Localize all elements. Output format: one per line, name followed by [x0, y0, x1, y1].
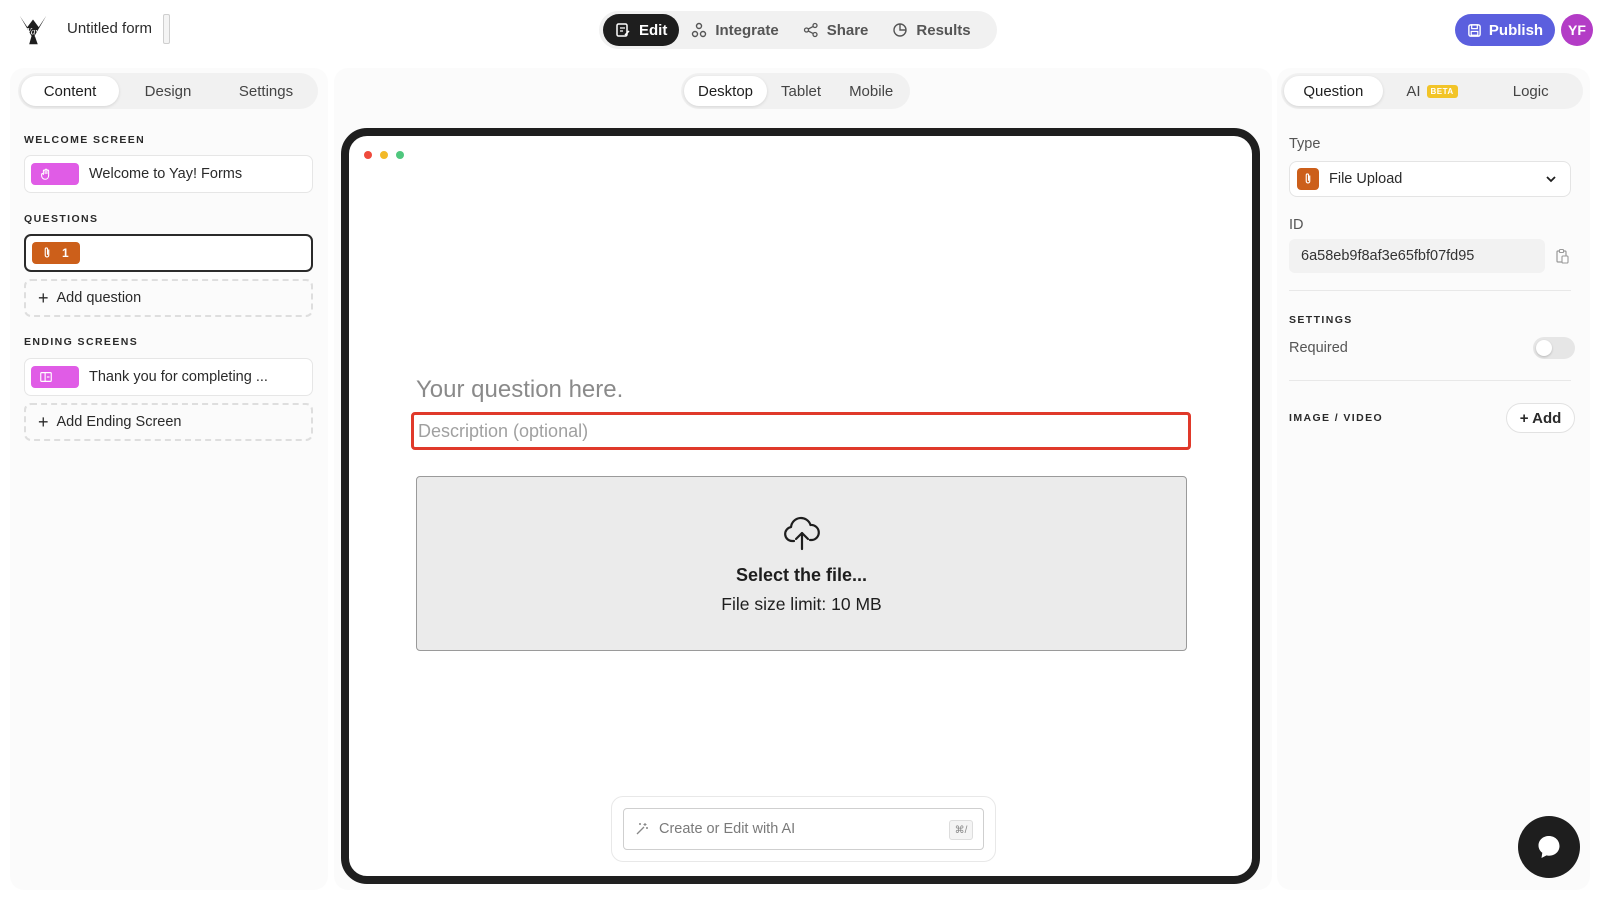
ending-chip — [31, 366, 79, 388]
question-title-input[interactable]: Your question here. — [416, 376, 623, 404]
tab-question[interactable]: Question — [1284, 76, 1383, 106]
save-icon — [1468, 23, 1481, 37]
plus-icon: + — [38, 412, 49, 432]
add-media-button[interactable]: + Add — [1506, 403, 1575, 433]
tab-share-label: Share — [826, 21, 869, 39]
questions-heading: QUESTIONS — [24, 213, 99, 225]
tab-integrate-label: Integrate — [715, 21, 779, 39]
results-icon — [893, 23, 908, 37]
required-toggle[interactable] — [1533, 337, 1575, 359]
ai-prompt-box: Create or Edit with AI ⌘/ — [611, 796, 996, 862]
add-ending-screen-button[interactable]: + Add Ending Screen — [24, 403, 313, 441]
add-ending-label: Add Ending Screen — [56, 414, 182, 430]
ending-item-label: Thank you for completing ... — [89, 369, 268, 385]
svg-text:Yay: Yay — [26, 28, 40, 38]
form-title[interactable]: Untitled form — [67, 20, 152, 37]
question-item-1[interactable]: 1 — [24, 234, 313, 272]
type-label: Type — [1289, 136, 1321, 152]
paperclip-icon — [1305, 173, 1311, 184]
tab-content[interactable]: Content — [21, 76, 119, 106]
question-type-select[interactable]: File Upload — [1289, 161, 1571, 197]
question-id-field[interactable]: 6a58eb9f8af3e65fbf07fd95 — [1289, 239, 1545, 273]
share-icon — [803, 22, 818, 38]
clipboard-icon[interactable] — [1554, 248, 1570, 264]
welcome-screen-item[interactable]: Welcome to Yay! Forms — [24, 155, 313, 193]
tab-design[interactable]: Design — [119, 76, 217, 106]
add-question-label: Add question — [56, 290, 142, 306]
hand-icon — [41, 168, 50, 180]
mode-navigation: Edit Integrate Share Results — [599, 11, 997, 49]
settings-heading: SETTINGS — [1289, 314, 1353, 326]
ending-screens-heading: ENDING SCREENS — [24, 336, 139, 348]
paperclip-icon — [44, 247, 50, 258]
integrate-icon — [692, 22, 707, 38]
chevron-down-icon — [1546, 176, 1556, 183]
tab-integrate[interactable]: Integrate — [679, 14, 790, 46]
divider — [1289, 380, 1571, 381]
tab-logic[interactable]: Logic — [1481, 76, 1580, 106]
edit-icon — [616, 23, 630, 37]
chat-support-button[interactable] — [1518, 816, 1580, 878]
left-panel-tabs: Content Design Settings — [18, 73, 318, 109]
type-chip — [1297, 168, 1319, 190]
question-settings-panel: Question AI BETA Logic Type File Upload … — [1277, 68, 1590, 890]
question-number: 1 — [62, 246, 69, 260]
divider — [1289, 290, 1571, 291]
welcome-chip — [31, 163, 79, 185]
chat-bubble-icon — [1538, 836, 1560, 858]
user-avatar[interactable]: YF — [1561, 14, 1593, 46]
cloud-upload-icon — [783, 516, 820, 551]
ai-prompt-input[interactable]: Create or Edit with AI ⌘/ — [623, 808, 984, 850]
tab-desktop[interactable]: Desktop — [684, 76, 768, 106]
preview-panel: Desktop Tablet Mobile Your question here… — [334, 68, 1272, 890]
description-placeholder: Description (optional) — [418, 421, 589, 441]
tab-settings[interactable]: Settings — [217, 76, 315, 106]
tab-tablet[interactable]: Tablet — [767, 76, 835, 106]
green-dot-icon — [396, 151, 404, 159]
tab-edit-label: Edit — [639, 21, 668, 39]
tab-ai[interactable]: AI BETA — [1383, 76, 1482, 106]
right-panel-tabs: Question AI BETA Logic — [1281, 73, 1583, 109]
description-input[interactable]: Description (optional) — [411, 412, 1191, 450]
tab-share[interactable]: Share — [791, 14, 881, 46]
tab-ai-label: AI — [1406, 82, 1421, 100]
file-upload-dropzone[interactable]: Select the file... File size limit: 10 M… — [416, 476, 1187, 651]
ending-screen-item[interactable]: Thank you for completing ... — [24, 358, 313, 396]
required-label: Required — [1289, 340, 1348, 356]
image-video-heading: IMAGE / VIDEO — [1289, 412, 1384, 424]
upload-limit: File size limit: 10 MB — [721, 594, 882, 614]
beta-badge: BETA — [1426, 84, 1458, 98]
content-panel: Content Design Settings WELCOME SCREEN W… — [10, 68, 328, 890]
question-type-value: File Upload — [1329, 171, 1403, 187]
device-frame: Your question here. Description (optiona… — [341, 128, 1260, 884]
yay-logo-icon[interactable]: Yay — [14, 10, 52, 48]
window-dots — [364, 151, 404, 159]
top-bar: Yay Untitled form Edit Integrate Share R… — [0, 0, 1600, 60]
upload-title: Select the file... — [735, 565, 868, 585]
id-label: ID — [1289, 217, 1304, 233]
tab-results[interactable]: Results — [880, 14, 982, 46]
publish-label: Publish — [1488, 21, 1544, 39]
title-edit-handle[interactable] — [163, 14, 170, 44]
exit-icon — [40, 372, 52, 382]
magic-wand-icon — [636, 823, 648, 835]
add-question-button[interactable]: + Add question — [24, 279, 313, 317]
red-dot-icon — [364, 151, 372, 159]
tab-results-label: Results — [916, 21, 971, 39]
yellow-dot-icon — [380, 151, 388, 159]
welcome-item-label: Welcome to Yay! Forms — [89, 166, 243, 182]
welcome-screen-heading: WELCOME SCREEN — [24, 134, 146, 146]
toggle-knob — [1536, 340, 1552, 356]
plus-icon: + — [38, 288, 49, 308]
ai-prompt-placeholder: Create or Edit with AI — [659, 821, 796, 837]
question-chip: 1 — [32, 242, 80, 264]
ai-shortcut-badge: ⌘/ — [949, 820, 973, 840]
tab-mobile[interactable]: Mobile — [835, 76, 907, 106]
tab-edit[interactable]: Edit — [603, 14, 680, 46]
device-tabs: Desktop Tablet Mobile — [681, 73, 911, 109]
publish-button[interactable]: Publish — [1455, 14, 1555, 46]
